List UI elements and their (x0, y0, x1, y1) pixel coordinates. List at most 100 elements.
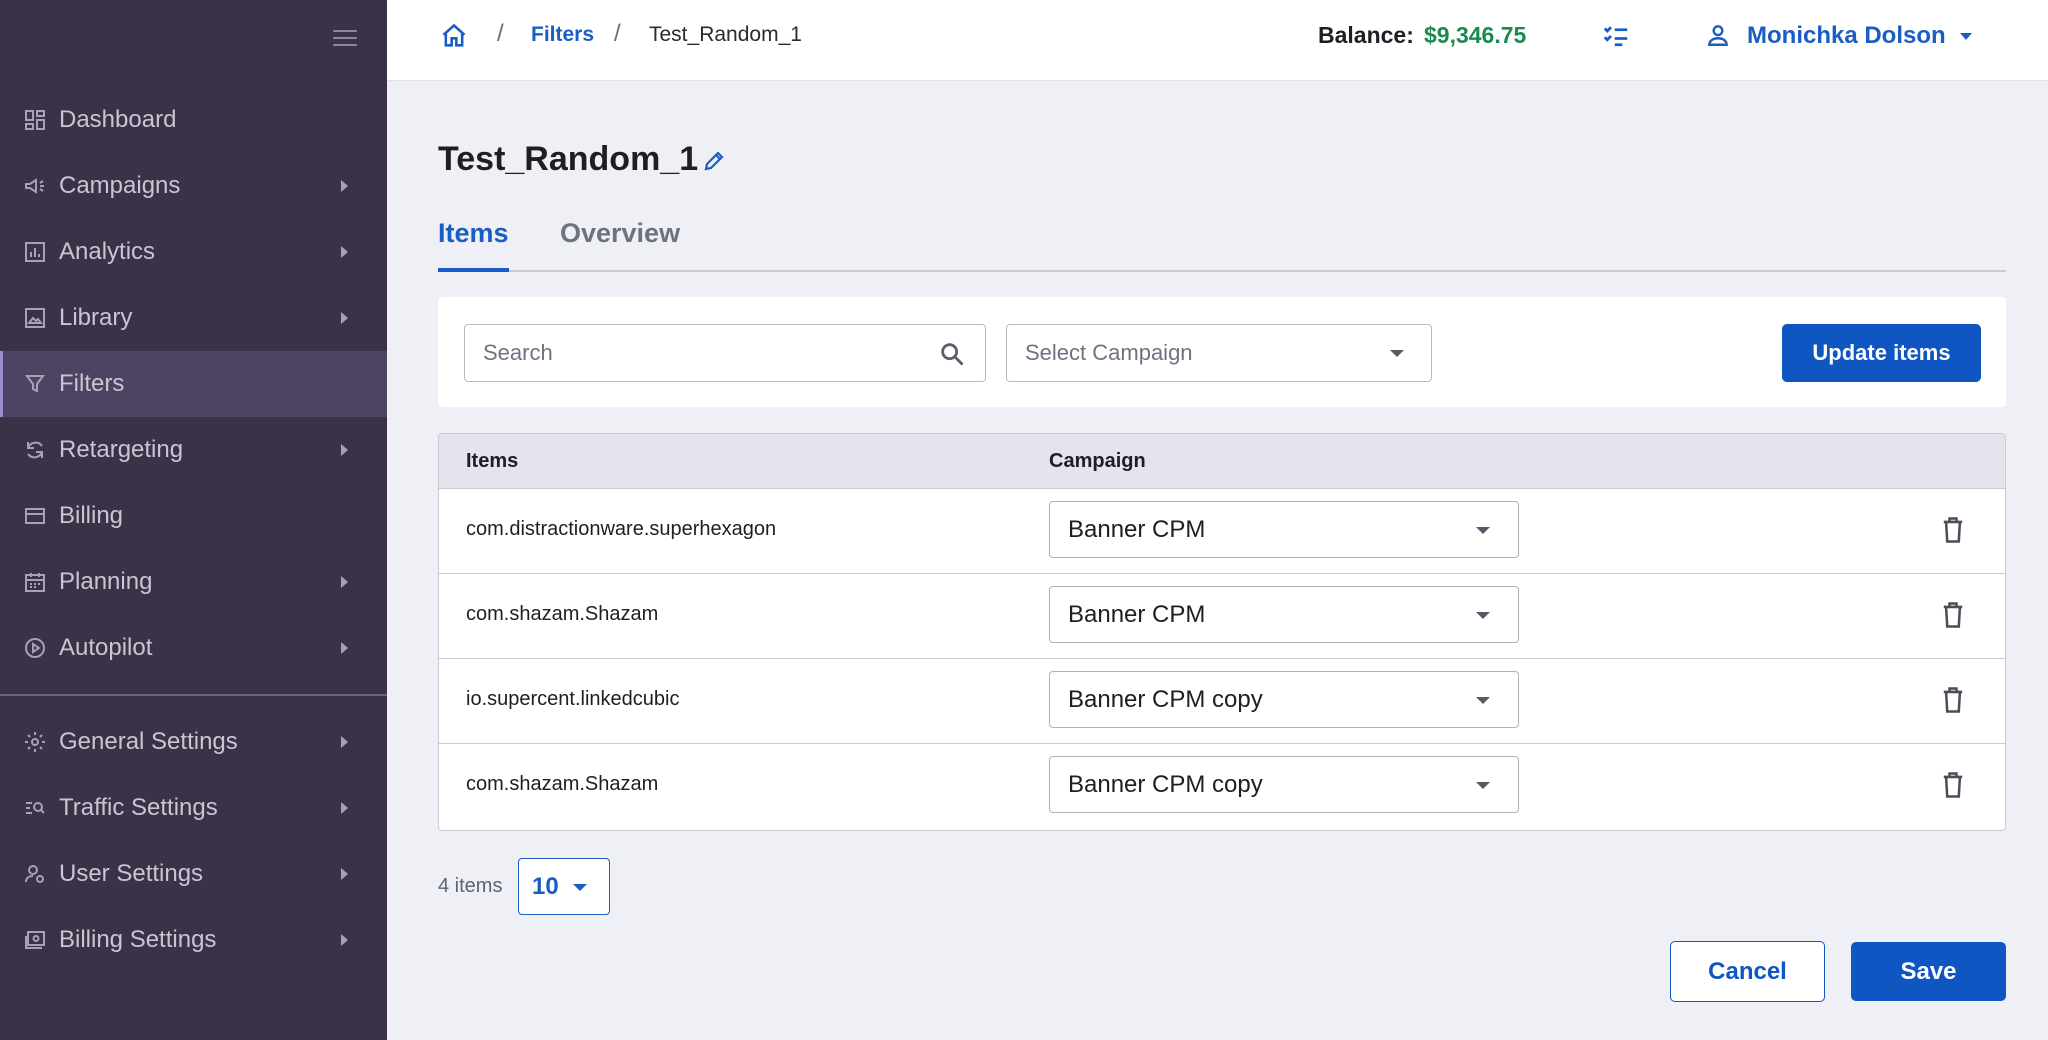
balance-value: $9,346.75 (1424, 22, 1527, 48)
table-row: com.shazam.Shazam Banner CPM copy (439, 744, 2005, 829)
pencil-icon[interactable] (702, 149, 726, 173)
chevron-down-icon (573, 884, 587, 891)
sidebar-item-billing-settings[interactable]: Billing Settings (0, 907, 387, 973)
chevron-down-icon (1476, 697, 1490, 704)
tab-overview[interactable]: Overview (560, 218, 680, 249)
chevron-right-icon (341, 736, 348, 748)
chevron-right-icon (341, 934, 348, 946)
gear-icon (22, 729, 48, 755)
chevron-right-icon (341, 312, 348, 324)
item-name: com.distractionware.superhexagon (466, 518, 777, 540)
user-gear-icon (22, 861, 48, 887)
chevron-down-icon (1476, 612, 1490, 619)
sidebar-item-analytics[interactable]: Analytics (0, 219, 387, 285)
credit-card-icon (22, 503, 48, 529)
campaign-select-placeholder: Select Campaign (1025, 340, 1193, 365)
per-page-value: 10 (532, 873, 559, 900)
cancel-button[interactable]: Cancel (1670, 941, 1825, 1002)
table-row: com.distractionware.superhexagon Banner … (439, 489, 2005, 574)
save-button[interactable]: Save (1851, 942, 2006, 1001)
row-campaign-select[interactable]: Banner CPM copy (1049, 756, 1519, 813)
hamburger-menu-icon[interactable] (333, 30, 357, 48)
row-campaign-select[interactable]: Banner CPM (1049, 501, 1519, 558)
active-tab-indicator (438, 268, 509, 272)
sidebar-item-campaigns[interactable]: Campaigns (0, 153, 387, 219)
row-campaign-value: Banner CPM copy (1068, 771, 1263, 798)
breadcrumb-separator: / (614, 20, 621, 47)
item-name: com.shazam.Shazam (466, 773, 659, 795)
billing-icon (22, 927, 48, 953)
dashboard-icon (22, 107, 48, 133)
sidebar-item-retargeting[interactable]: Retargeting (0, 417, 387, 483)
balance-label: Balance: (1318, 22, 1414, 48)
image-icon (22, 305, 48, 331)
trash-icon[interactable] (1939, 685, 1967, 715)
checklist-icon[interactable] (1601, 21, 1631, 51)
sidebar-divider (0, 694, 387, 696)
sidebar-item-billing[interactable]: Billing (0, 483, 387, 549)
update-items-button[interactable]: Update items (1782, 324, 1981, 382)
breadcrumb-filters-link[interactable]: Filters (531, 23, 594, 47)
search-icon[interactable] (938, 340, 966, 368)
sidebar-item-user-settings[interactable]: User Settings (0, 841, 387, 907)
chevron-right-icon (341, 642, 348, 654)
home-icon[interactable] (440, 22, 468, 50)
item-name: com.shazam.Shazam (466, 603, 659, 625)
sidebar-item-label: Traffic Settings (59, 794, 218, 821)
bar-chart-icon (22, 239, 48, 265)
campaign-select[interactable]: Select Campaign (1006, 324, 1432, 382)
sidebar-item-library[interactable]: Library (0, 285, 387, 351)
search-box (464, 324, 986, 382)
chevron-right-icon (341, 802, 348, 814)
sidebar: Dashboard Campaigns Analytics Library Fi… (0, 0, 387, 1040)
user-menu-name[interactable]: Monichka Dolson (1747, 22, 1946, 50)
page-title: Test_Random_1 (438, 140, 699, 178)
row-campaign-select[interactable]: Banner CPM copy (1049, 671, 1519, 728)
column-header-campaign: Campaign (1049, 450, 1146, 472)
chevron-down-icon (1390, 350, 1404, 357)
chevron-right-icon (341, 868, 348, 880)
sidebar-item-traffic-settings[interactable]: Traffic Settings (0, 775, 387, 841)
sidebar-item-label: Billing (59, 502, 124, 529)
per-page-select[interactable]: 10 (518, 858, 610, 915)
sidebar-item-label: Campaigns (59, 172, 181, 199)
sidebar-item-dashboard[interactable]: Dashboard (0, 87, 387, 153)
column-header-items: Items (466, 450, 519, 472)
chevron-down-icon (1476, 527, 1490, 534)
refresh-icon (22, 437, 48, 463)
chevron-down-icon[interactable] (1960, 33, 1972, 40)
chevron-right-icon (341, 180, 348, 192)
sidebar-item-label: Autopilot (59, 634, 153, 661)
sidebar-item-general-settings[interactable]: General Settings (0, 709, 387, 775)
table-row: com.shazam.Shazam Banner CPM (439, 574, 2005, 659)
row-campaign-select[interactable]: Banner CPM (1049, 586, 1519, 643)
breadcrumb-separator: / (497, 20, 504, 47)
play-circle-icon (22, 635, 48, 661)
megaphone-icon (22, 173, 48, 199)
sidebar-item-label: Retargeting (59, 436, 184, 463)
row-campaign-value: Banner CPM (1068, 516, 1206, 543)
breadcrumb-current: Test_Random_1 (649, 23, 802, 46)
table-row: io.supercent.linkedcubic Banner CPM copy (439, 659, 2005, 744)
chevron-right-icon (341, 444, 348, 456)
row-campaign-value: Banner CPM (1068, 601, 1206, 628)
sidebar-item-label: General Settings (59, 728, 238, 755)
calendar-icon (22, 569, 48, 595)
sidebar-item-planning[interactable]: Planning (0, 549, 387, 615)
top-bar: / Filters / Test_Random_1 Balance: $9,34… (387, 0, 2048, 81)
tab-items[interactable]: Items (438, 218, 509, 249)
traffic-search-icon (22, 795, 48, 821)
table-header: Items Campaign (439, 434, 2005, 489)
chevron-right-icon (341, 576, 348, 588)
sidebar-item-label: Library (59, 304, 133, 331)
search-input[interactable] (483, 325, 923, 380)
funnel-icon (22, 371, 48, 397)
sidebar-item-filters[interactable]: Filters (0, 351, 387, 417)
trash-icon[interactable] (1939, 515, 1967, 545)
trash-icon[interactable] (1939, 770, 1967, 800)
sidebar-item-label: Planning (59, 568, 153, 595)
sidebar-item-label: Dashboard (59, 106, 177, 133)
items-count: 4 items (438, 875, 503, 897)
sidebar-item-autopilot[interactable]: Autopilot (0, 615, 387, 681)
trash-icon[interactable] (1939, 600, 1967, 630)
